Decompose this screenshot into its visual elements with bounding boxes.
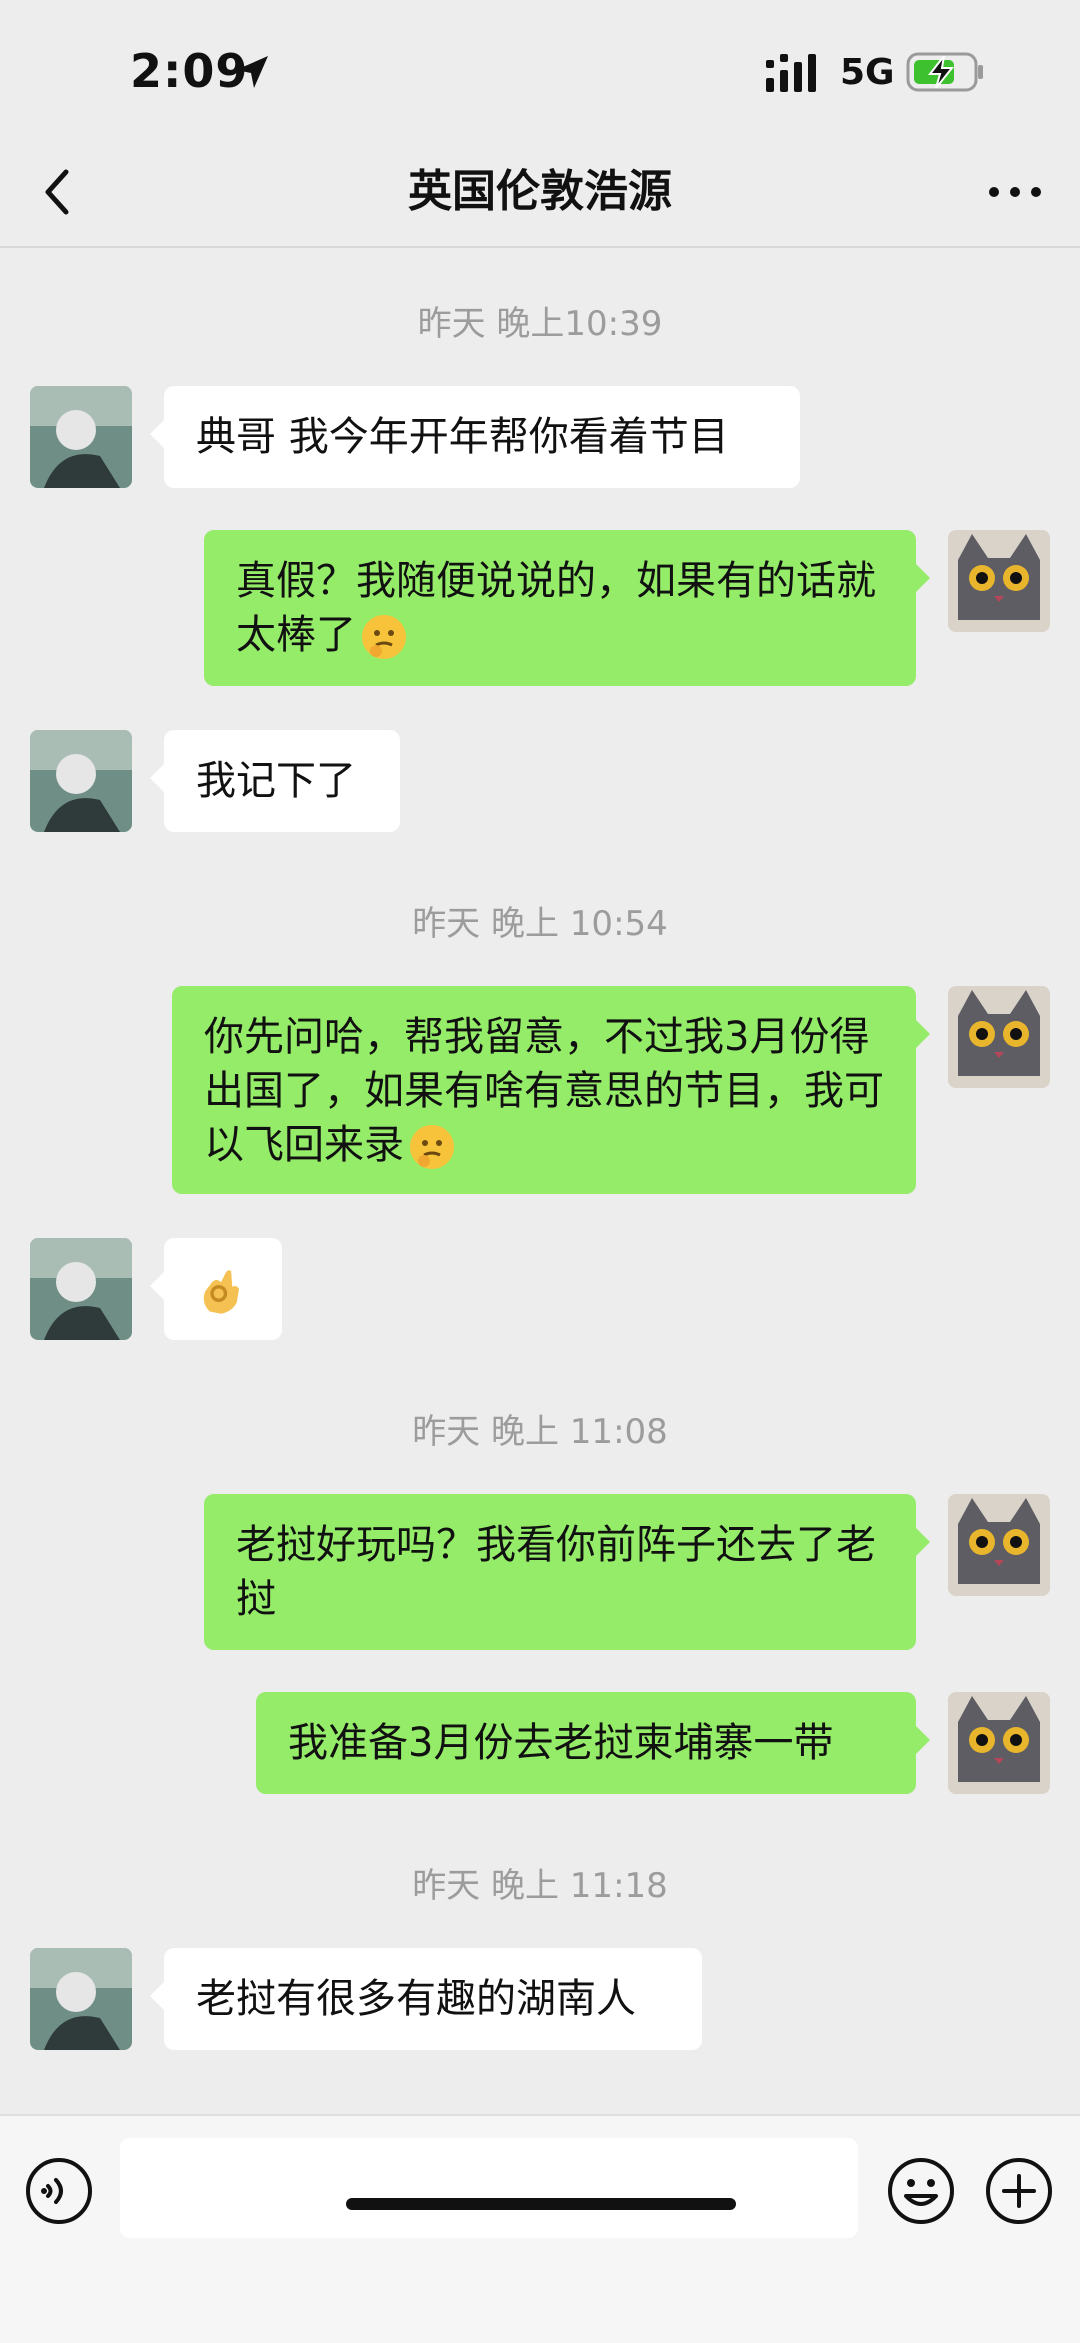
message-text: 我准备3月份去老挝柬埔寨一带 <box>288 1720 834 1766</box>
message-bubble-incoming[interactable]: 典哥 我今年开年帮你看着节目 <box>150 386 800 488</box>
contact-avatar[interactable] <box>30 1238 132 1340</box>
my-avatar[interactable] <box>948 1494 1050 1596</box>
my-avatar[interactable] <box>948 986 1050 1088</box>
status-time: 2:09 <box>130 44 249 98</box>
message-text: 我记下了 <box>196 758 356 804</box>
my-avatar[interactable] <box>948 1692 1050 1794</box>
timestamp: 昨天 晚上 11:08 <box>412 1412 668 1452</box>
message-bubble-outgoing[interactable]: 我准备3月份去老挝柬埔寨一带 <box>256 1692 930 1794</box>
message-bubble-outgoing[interactable]: 真假？我随便说说的，如果有的话就太棒了 <box>204 530 930 686</box>
signal-icon <box>766 54 816 92</box>
thinking-face-emoji-icon <box>410 1125 454 1169</box>
chat-header: 英国伦敦浩源 <box>0 140 1080 248</box>
my-avatar[interactable] <box>948 530 1050 632</box>
more-dots-icon[interactable] <box>980 162 1050 222</box>
voice-icon[interactable] <box>24 2156 94 2226</box>
timestamp: 昨天 晚上10:39 <box>417 304 663 344</box>
contact-avatar[interactable] <box>30 730 132 832</box>
message-text: 你先问哈，帮我留意，不过我3月份得出国了，如果有啥有意思的节目，我可以飞回来录 <box>204 1014 884 1168</box>
battery-charging-icon <box>906 52 983 92</box>
ok-hand-emoji-icon <box>203 1270 239 1314</box>
timestamp: 昨天 晚上 11:18 <box>412 1866 668 1906</box>
message-text: 老挝有很多有趣的湖南人 <box>196 1976 636 2022</box>
message-text: 真假？我随便说说的，如果有的话就太棒了 <box>236 558 876 658</box>
status-bar: 2:09 5G <box>0 0 1080 140</box>
contact-avatar[interactable] <box>30 1948 132 2050</box>
chat-title: 英国伦敦浩源 <box>408 166 672 217</box>
message-bubble-incoming[interactable] <box>150 1238 282 1340</box>
message-text: 老挝好玩吗？我看你前阵子还去了老挝 <box>236 1522 876 1622</box>
message-bubble-incoming[interactable]: 我记下了 <box>150 730 400 832</box>
input-bar <box>0 2114 1080 2343</box>
plus-icon[interactable] <box>984 2156 1054 2226</box>
message-input[interactable] <box>120 2138 858 2238</box>
message-bubble-outgoing[interactable]: 你先问哈，帮我留意，不过我3月份得出国了，如果有啥有意思的节目，我可以飞回来录 <box>172 986 930 1194</box>
message-text: 典哥 我今年开年帮你看着节目 <box>196 414 729 460</box>
message-bubble-outgoing[interactable]: 老挝好玩吗？我看你前阵子还去了老挝 <box>204 1494 930 1650</box>
location-arrow-icon <box>236 56 268 88</box>
contact-avatar[interactable] <box>30 386 132 488</box>
network-type: 5G <box>840 52 895 93</box>
message-bubble-incoming[interactable]: 老挝有很多有趣的湖南人 <box>150 1948 702 2050</box>
home-indicator <box>346 2198 736 2210</box>
thinking-face-emoji-icon <box>362 615 406 659</box>
smiley-icon[interactable] <box>886 2156 956 2226</box>
timestamp: 昨天 晚上 10:54 <box>412 904 668 944</box>
